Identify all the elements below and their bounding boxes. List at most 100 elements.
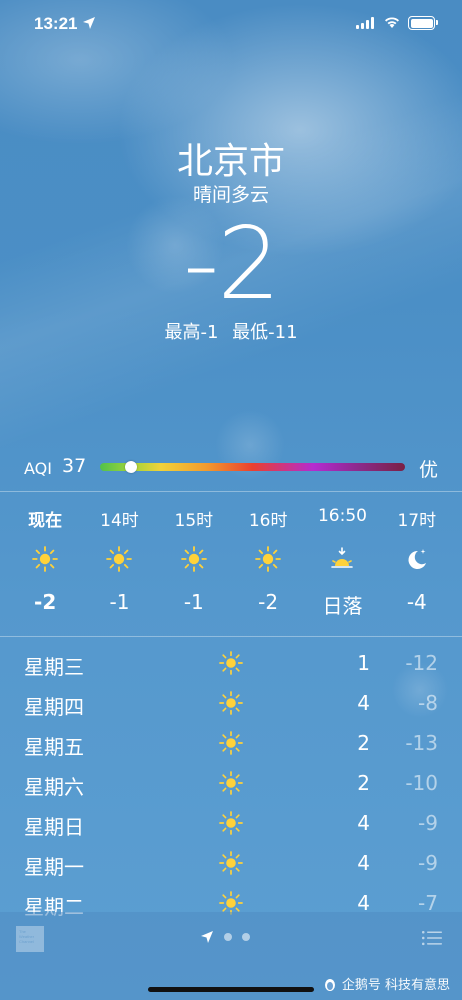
weather-condition: 晴间多云 bbox=[192, 184, 269, 206]
high-temperature: 最高-1 bbox=[164, 322, 219, 343]
daily-low: -13 bbox=[405, 731, 438, 755]
sun-icon bbox=[219, 811, 243, 835]
daily-icon bbox=[219, 731, 243, 755]
hourly-forecast[interactable]: 现在 -2 14时 -1 15时 -1 16时 -2 16:50 日落 17时 … bbox=[8, 500, 454, 630]
sun-icon bbox=[32, 546, 59, 572]
daily-day-name: 星期日 bbox=[24, 815, 84, 839]
watermark: 企鹅号 科技有意思 bbox=[322, 974, 450, 993]
hourly-item: 14时 -1 bbox=[82, 500, 156, 630]
hourly-item: 17时 -4 bbox=[380, 500, 454, 630]
page-indicator[interactable] bbox=[200, 930, 250, 944]
low-temperature: 最低-11 bbox=[232, 322, 298, 343]
aqi-scale-bar bbox=[100, 461, 405, 473]
daily-day-name: 星期三 bbox=[24, 655, 84, 679]
sun-icon bbox=[219, 771, 243, 795]
daily-icon bbox=[219, 651, 243, 675]
hourly-icon bbox=[329, 546, 355, 572]
hourly-time: 现在 bbox=[28, 511, 63, 531]
daily-high: 2 bbox=[357, 731, 370, 755]
penguin-logo-icon bbox=[324, 978, 335, 991]
hourly-item: 16时 -2 bbox=[231, 500, 305, 630]
hourly-time: 17时 bbox=[397, 511, 437, 531]
hourly-icon bbox=[106, 546, 133, 572]
daily-high: 4 bbox=[357, 851, 370, 875]
daily-day-name: 星期一 bbox=[24, 855, 84, 879]
daily-high: 4 bbox=[357, 691, 370, 715]
aqi-row[interactable]: AQI 37 优 bbox=[24, 455, 438, 481]
daily-day-name: 星期四 bbox=[24, 695, 84, 719]
cellular-signal-icon bbox=[356, 17, 376, 29]
daily-row: 星期六 2 -10 bbox=[0, 765, 462, 805]
page-dot bbox=[224, 933, 232, 941]
daily-row: 星期一 4 -9 bbox=[0, 845, 462, 885]
daily-low: -9 bbox=[418, 851, 438, 875]
weather-channel-logo-text: The Weather Channel bbox=[19, 929, 35, 944]
daily-row: 星期四 4 -8 bbox=[0, 685, 462, 725]
daily-day-name: 星期六 bbox=[24, 775, 84, 799]
home-indicator[interactable] bbox=[148, 987, 314, 992]
daily-high: 2 bbox=[357, 771, 370, 795]
hourly-time: 16:50 bbox=[317, 506, 367, 526]
high-low-temperature: 最高-1 最低-11 bbox=[0, 318, 462, 344]
watermark-text: 企鹅号 科技有意思 bbox=[341, 978, 450, 993]
daily-icon bbox=[219, 771, 243, 795]
hourly-icon bbox=[404, 546, 430, 572]
sunset-icon bbox=[331, 547, 354, 568]
page-dot bbox=[242, 933, 250, 941]
hourly-temp: -2 bbox=[258, 590, 279, 614]
daily-high: 1 bbox=[357, 651, 370, 675]
sun-icon bbox=[180, 546, 207, 572]
daily-day-name: 星期五 bbox=[24, 735, 84, 759]
hourly-time: 16时 bbox=[248, 511, 288, 531]
hourly-temp: 日落 bbox=[322, 594, 363, 618]
sun-icon bbox=[219, 851, 243, 875]
status-time: 13:21 bbox=[34, 14, 78, 33]
hourly-temp: -2 bbox=[34, 590, 57, 614]
hourly-icon bbox=[32, 546, 59, 572]
city-name: 北京市 bbox=[176, 141, 285, 182]
aqi-level: 优 bbox=[418, 459, 438, 481]
location-arrow-icon bbox=[201, 931, 213, 943]
city-list-icon[interactable] bbox=[422, 930, 442, 946]
daily-low: -10 bbox=[405, 771, 438, 795]
moon-star-icon bbox=[408, 549, 426, 569]
daily-forecast[interactable]: 星期三 1 -12 星期四 4 -8 星期五 2 -13 星期六 2 -10 星… bbox=[0, 645, 462, 925]
sun-icon bbox=[106, 546, 133, 572]
hourly-item: 16:50 日落 bbox=[305, 500, 379, 630]
daily-icon bbox=[219, 811, 243, 835]
aqi-value: 37 bbox=[62, 455, 87, 477]
aqi-label: AQI bbox=[24, 459, 52, 478]
hourly-temp: -4 bbox=[406, 590, 427, 614]
daily-low: -8 bbox=[418, 691, 438, 715]
daily-low: -12 bbox=[405, 651, 438, 675]
hourly-icon bbox=[255, 546, 282, 572]
daily-row: 星期日 4 -9 bbox=[0, 805, 462, 845]
weather-channel-logo[interactable]: The Weather Channel bbox=[16, 926, 44, 952]
sun-icon bbox=[219, 651, 243, 675]
daily-row: 星期三 1 -12 bbox=[0, 645, 462, 685]
status-bar: 13:21 bbox=[0, 0, 462, 48]
sun-icon bbox=[219, 691, 243, 715]
hourly-time: 15时 bbox=[174, 511, 214, 531]
aqi-indicator bbox=[124, 461, 137, 473]
battery-icon bbox=[408, 16, 438, 30]
hourly-time: 14时 bbox=[100, 511, 139, 531]
daily-row: 星期五 2 -13 bbox=[0, 725, 462, 765]
wifi-icon bbox=[385, 17, 399, 28]
daily-icon bbox=[219, 851, 243, 875]
hourly-icon bbox=[180, 546, 207, 572]
hourly-temp: -1 bbox=[183, 590, 204, 614]
current-temperature: -2 bbox=[183, 205, 281, 322]
hourly-item: 现在 -2 bbox=[8, 500, 82, 630]
daily-high: 4 bbox=[357, 811, 370, 835]
sun-icon bbox=[255, 546, 282, 572]
daily-low: -9 bbox=[418, 811, 438, 835]
divider bbox=[0, 491, 462, 492]
sun-icon bbox=[219, 731, 243, 755]
hourly-temp: -1 bbox=[109, 590, 130, 614]
daily-icon bbox=[219, 691, 243, 715]
hourly-item: 15时 -1 bbox=[157, 500, 231, 630]
divider bbox=[0, 636, 462, 637]
bottom-toolbar: The Weather Channel 企鹅号 科技有意思 bbox=[0, 912, 462, 1000]
location-arrow-icon bbox=[83, 17, 95, 29]
